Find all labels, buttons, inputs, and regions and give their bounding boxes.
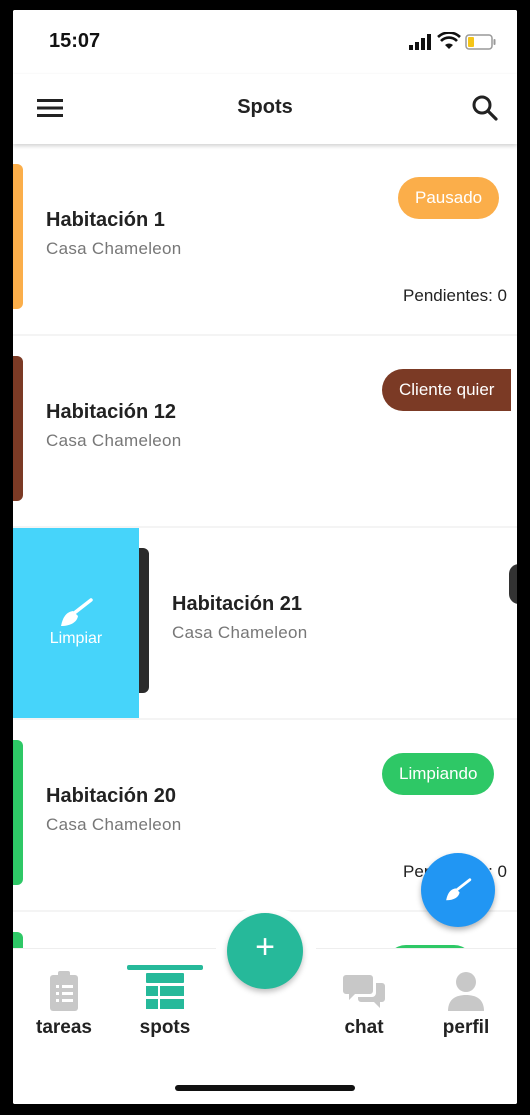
battery-icon — [465, 34, 496, 50]
status-badge: Pausado — [398, 177, 500, 219]
status-color-bar — [13, 356, 23, 501]
spot-name: Habitación 12 — [46, 401, 177, 423]
add-button[interactable]: + — [227, 913, 303, 989]
status-time: 15:07 — [49, 30, 101, 52]
nav-item-spots[interactable]: spots — [120, 969, 210, 1039]
spot-card-swiped[interactable]: Limpiar Habitación 21 Casa Chameleon — [13, 528, 517, 718]
chat-bubbles-icon — [343, 975, 385, 1008]
wifi-icon — [437, 32, 461, 49]
status-color-bar — [13, 164, 23, 309]
spot-place: Casa Chameleon — [46, 431, 182, 450]
person-icon — [448, 972, 484, 1011]
swipe-action-clean[interactable]: Limpiar — [13, 528, 139, 718]
bottom-navigation: + tareas spots chat perfil — [13, 909, 517, 1104]
clipboard-icon — [50, 971, 78, 1011]
nav-label: perfil — [442, 1017, 490, 1038]
nav-label: chat — [344, 1017, 384, 1038]
spot-place: Casa Chameleon — [46, 815, 182, 834]
spots-list[interactable]: Habitación 1 Casa Chameleon Pausado Pend… — [13, 144, 517, 954]
signal-icon — [409, 34, 431, 50]
spot-card[interactable]: Habitación 12 Casa Chameleon Cliente qui… — [13, 336, 517, 526]
plus-icon: + — [255, 928, 275, 966]
nav-item-perfil[interactable]: perfil — [421, 969, 511, 1039]
broom-icon — [446, 878, 472, 901]
nav-label: tareas — [36, 1017, 92, 1038]
table-icon — [146, 973, 184, 1009]
phone-screen: 15:07 Spots Habitación 1 Casa Chameleon … — [13, 10, 517, 1104]
swipe-action-label: Limpiar — [49, 630, 103, 647]
status-color-bar — [139, 548, 149, 693]
spot-name: Habitación 21 — [172, 593, 303, 615]
status-bar: 15:07 — [13, 10, 517, 74]
page-title: Spots — [237, 96, 293, 118]
spot-place: Casa Chameleon — [172, 623, 308, 642]
spot-name: Habitación 1 — [46, 209, 165, 231]
nav-label: spots — [139, 1017, 191, 1038]
app-bar: Spots — [13, 74, 517, 144]
nav-item-tareas[interactable]: tareas — [19, 969, 109, 1039]
status-badge — [509, 564, 517, 604]
status-badge: Cliente quier — [382, 369, 512, 411]
home-indicator — [175, 1085, 355, 1091]
broom-icon — [61, 598, 93, 626]
search-icon[interactable] — [471, 94, 499, 122]
spot-card[interactable]: Habitación 1 Casa Chameleon Pausado Pend… — [13, 144, 517, 334]
status-badge: Limpiando — [382, 753, 495, 795]
clean-fab-button[interactable] — [421, 853, 495, 927]
spot-place: Casa Chameleon — [46, 239, 182, 258]
spot-name: Habitación 20 — [46, 785, 177, 807]
nav-item-chat[interactable]: chat — [319, 969, 409, 1039]
pending-count: Pendientes: 0 — [403, 286, 507, 305]
status-color-bar — [13, 740, 23, 885]
